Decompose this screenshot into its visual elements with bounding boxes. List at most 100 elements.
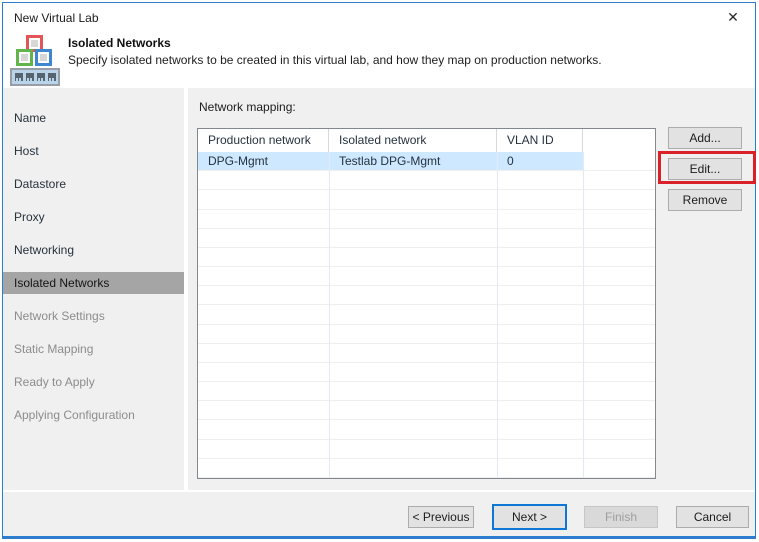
sidebar-item-static-mapping[interactable]: Static Mapping — [3, 332, 184, 365]
table-cell — [497, 363, 583, 381]
titlebar: New Virtual Lab ✕ — [3, 3, 755, 33]
table-cell — [198, 305, 329, 323]
icon-square-green — [16, 49, 33, 66]
table-cell — [583, 305, 655, 323]
table-row-empty — [198, 382, 655, 402]
icon-square-blue — [35, 49, 52, 66]
table-cell — [583, 286, 655, 304]
table-cell — [497, 305, 583, 323]
sidebar-item-label: Isolated Networks — [14, 275, 110, 290]
table-cell — [198, 171, 329, 189]
sidebar-item-label: Network Settings — [14, 308, 105, 323]
table-cell — [583, 171, 655, 189]
table-cell — [198, 229, 329, 247]
table-cell — [198, 459, 329, 477]
sidebar-item-applying-configuration[interactable]: Applying Configuration — [3, 398, 184, 431]
table-cell — [497, 420, 583, 438]
column-header-isolated-network[interactable]: Isolated network — [329, 129, 497, 152]
table-cell — [583, 440, 655, 458]
table-cell — [329, 229, 497, 247]
table-cell — [198, 325, 329, 343]
column-separator — [329, 152, 330, 478]
table-cell — [497, 286, 583, 304]
sidebar-item-network-settings[interactable]: Network Settings — [3, 299, 184, 332]
table-cell — [583, 267, 655, 285]
sidebar-item-label: Networking — [14, 242, 75, 257]
table-cell — [329, 171, 497, 189]
table-cell: DPG-Mgmt — [198, 152, 329, 171]
table-cell — [198, 382, 329, 400]
table-cell — [329, 401, 497, 419]
sidebar-item-label: Static Mapping — [14, 341, 94, 356]
table-cell — [329, 248, 497, 266]
table-cell — [497, 190, 583, 208]
table-cell — [198, 344, 329, 362]
network-mapping-label: Network mapping: — [199, 100, 296, 114]
table-cell — [583, 152, 655, 170]
table-row-empty — [198, 210, 655, 229]
table-cell — [198, 267, 329, 285]
table-cell: 0 — [497, 152, 583, 171]
table-cell — [497, 325, 583, 343]
step-title: Isolated Networks — [68, 36, 171, 50]
table-cell — [329, 286, 497, 304]
table-cell: Testlab DPG-Mgmt — [329, 152, 497, 171]
table-cell — [329, 344, 497, 362]
table-cell — [497, 267, 583, 285]
table-row-empty — [198, 344, 655, 363]
table-cell — [497, 459, 583, 477]
table-cell — [583, 459, 655, 477]
edit-button[interactable]: Edit... — [668, 158, 742, 180]
table-cell — [497, 440, 583, 458]
table-cell — [583, 420, 655, 438]
finish-button: Finish — [584, 506, 658, 528]
sidebar-item-ready-to-apply[interactable]: Ready to Apply — [3, 365, 184, 398]
add-button[interactable]: Add... — [668, 127, 742, 149]
table-cell — [583, 401, 655, 419]
table-row-empty — [198, 363, 655, 383]
table-row-empty — [198, 420, 655, 440]
table-cell — [198, 420, 329, 438]
sidebar-item-datastore[interactable]: Datastore — [3, 167, 184, 200]
wizard-steps-list: Name Host Datastore Proxy Networking Isolated… — [3, 101, 184, 431]
column-header-vlan-id[interactable]: VLAN ID — [497, 129, 583, 152]
table-header-row: Production network Isolated network VLAN I… — [198, 129, 655, 152]
sidebar-item-isolated-networks[interactable]: Isolated Networks — [3, 266, 184, 299]
table-cell — [497, 344, 583, 362]
table-cell — [329, 325, 497, 343]
table-cell — [329, 420, 497, 438]
network-mapping-table[interactable]: Production network Isolated network VLAN I… — [197, 128, 656, 479]
table-cell — [329, 382, 497, 400]
cancel-button[interactable]: Cancel — [676, 506, 749, 528]
table-cell — [583, 363, 655, 381]
table-row-empty — [198, 401, 655, 421]
close-icon[interactable]: ✕ — [724, 8, 742, 26]
sidebar-item-host[interactable]: Host — [3, 134, 184, 167]
previous-button[interactable]: < Previous — [408, 506, 474, 528]
next-button[interactable]: Next > — [492, 504, 567, 530]
sidebar-item-networking[interactable]: Networking — [3, 233, 184, 266]
table-cell — [497, 401, 583, 419]
window-title: New Virtual Lab — [14, 11, 99, 25]
remove-button[interactable]: Remove — [668, 189, 742, 211]
sidebar-item-name[interactable]: Name — [3, 101, 184, 134]
table-row-empty — [198, 459, 655, 478]
table-row-empty — [198, 440, 655, 459]
table-cell — [583, 190, 655, 208]
sidebar-item-label: Name — [14, 110, 47, 125]
table-cell — [497, 229, 583, 247]
new-virtual-lab-dialog: New Virtual Lab ✕ Isolated Networks Spec… — [2, 2, 756, 539]
table-cell — [198, 440, 329, 458]
table-cell — [198, 210, 329, 228]
table-body: DPG-Mgmt Testlab DPG-Mgmt 0 — [198, 152, 655, 478]
table-cell — [329, 267, 497, 285]
table-row-dpg-mgmt[interactable]: DPG-Mgmt Testlab DPG-Mgmt 0 — [198, 152, 655, 172]
sidebar-item-label: Host — [14, 143, 39, 158]
table-cell — [329, 210, 497, 228]
sidebar-item-proxy[interactable]: Proxy — [3, 200, 184, 233]
column-header-production-network[interactable]: Production network — [198, 129, 329, 152]
table-cell — [198, 190, 329, 208]
table-row-empty — [198, 171, 655, 191]
table-cell — [583, 210, 655, 228]
wizard-header: Isolated Networks Specify isolated netwo… — [3, 33, 755, 88]
